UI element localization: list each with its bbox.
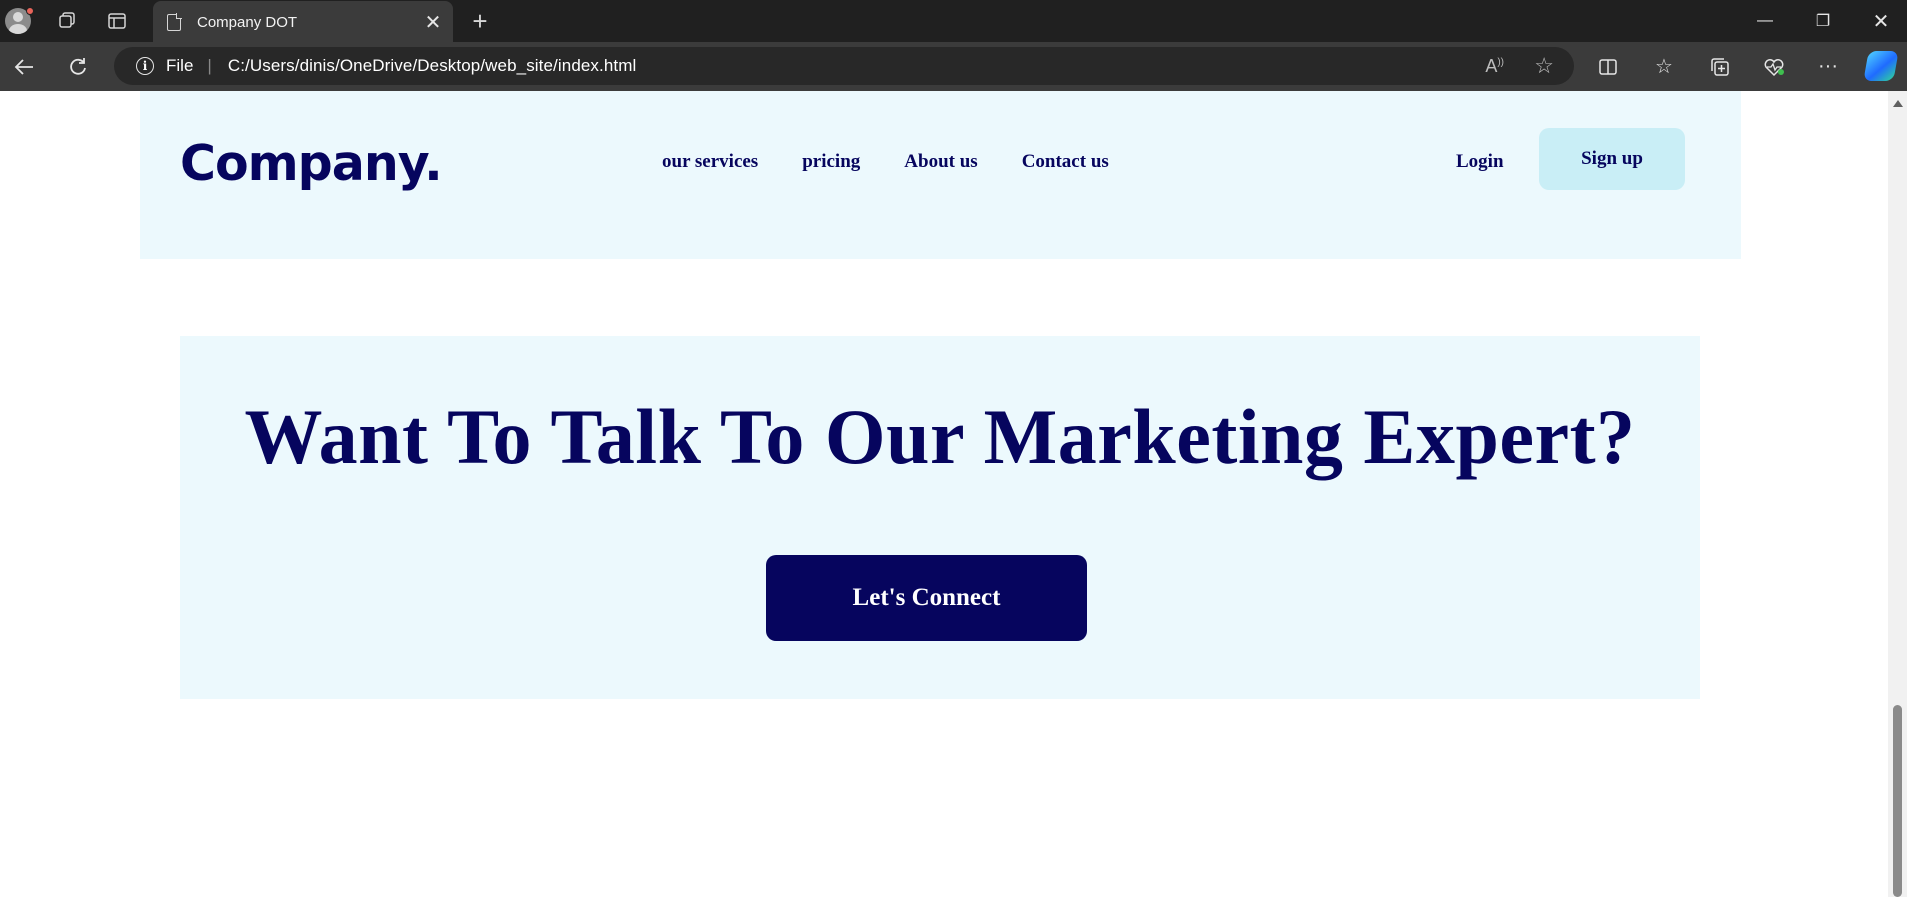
- signup-button[interactable]: Sign up: [1539, 128, 1685, 190]
- scrollbar-thumb[interactable]: [1893, 705, 1902, 897]
- login-button[interactable]: Login: [1456, 151, 1504, 173]
- nav-link-contact-us[interactable]: Contact us: [1022, 151, 1109, 173]
- minimize-icon[interactable]: —: [1737, 0, 1793, 42]
- browser-essentials-icon[interactable]: [1754, 42, 1794, 91]
- address-bar[interactable]: i File | C:/Users/dinis/OneDrive/Desktop…: [114, 47, 1574, 85]
- read-aloud-icon[interactable]: A)): [1485, 56, 1504, 77]
- window-close-icon[interactable]: ✕: [1853, 0, 1907, 42]
- scroll-up-arrow-icon[interactable]: [1893, 100, 1903, 107]
- more-icon[interactable]: ···: [1808, 42, 1848, 91]
- info-icon[interactable]: i: [136, 57, 154, 75]
- tab-close-icon[interactable]: ✕: [419, 10, 447, 35]
- page-viewport: Company. our services pricing About us C…: [0, 91, 1888, 897]
- protocol-label: File: [166, 56, 194, 75]
- tab-actions-icon[interactable]: [100, 0, 134, 42]
- page-icon: [167, 13, 182, 31]
- lets-connect-button[interactable]: Let's Connect: [766, 555, 1087, 641]
- new-tab-icon[interactable]: +: [462, 0, 498, 42]
- nav-link-pricing[interactable]: pricing: [802, 151, 860, 173]
- split-screen-icon[interactable]: [1588, 42, 1628, 91]
- star-icon[interactable]: ☆: [1534, 53, 1554, 79]
- favorites-icon[interactable]: ☆: [1644, 42, 1684, 91]
- vertical-scrollbar[interactable]: [1888, 91, 1907, 897]
- tab-title: Company DOT: [197, 14, 298, 31]
- address-url[interactable]: C:/Users/dinis/OneDrive/Desktop/web_site…: [228, 56, 637, 76]
- cta-heading: Want To Talk To Our Marketing Expert?: [244, 393, 1636, 480]
- main-nav: our services pricing About us Contact us: [662, 151, 1109, 173]
- nav-link-about-us[interactable]: About us: [904, 151, 977, 173]
- back-arrow-icon[interactable]: [6, 42, 42, 91]
- cta-section: Want To Talk To Our Marketing Expert? Le…: [180, 336, 1700, 699]
- site-header: Company. our services pricing About us C…: [140, 91, 1741, 259]
- browser-tab-bar: Company DOT ✕ + — ❐ ✕: [0, 0, 1907, 44]
- refresh-icon[interactable]: [60, 42, 96, 91]
- restore-icon[interactable]: ❐: [1795, 0, 1851, 42]
- copilot-icon[interactable]: [1863, 51, 1899, 81]
- browser-toolbar: i File | C:/Users/dinis/OneDrive/Desktop…: [0, 42, 1907, 91]
- company-logo[interactable]: Company.: [180, 135, 443, 192]
- address-separator: |: [207, 56, 212, 75]
- workspaces-icon[interactable]: [50, 0, 84, 42]
- profile-avatar-icon[interactable]: [2, 0, 34, 42]
- nav-link-our-services[interactable]: our services: [662, 151, 758, 173]
- browser-tab-active[interactable]: Company DOT ✕: [153, 1, 453, 44]
- collections-icon[interactable]: [1700, 42, 1740, 91]
